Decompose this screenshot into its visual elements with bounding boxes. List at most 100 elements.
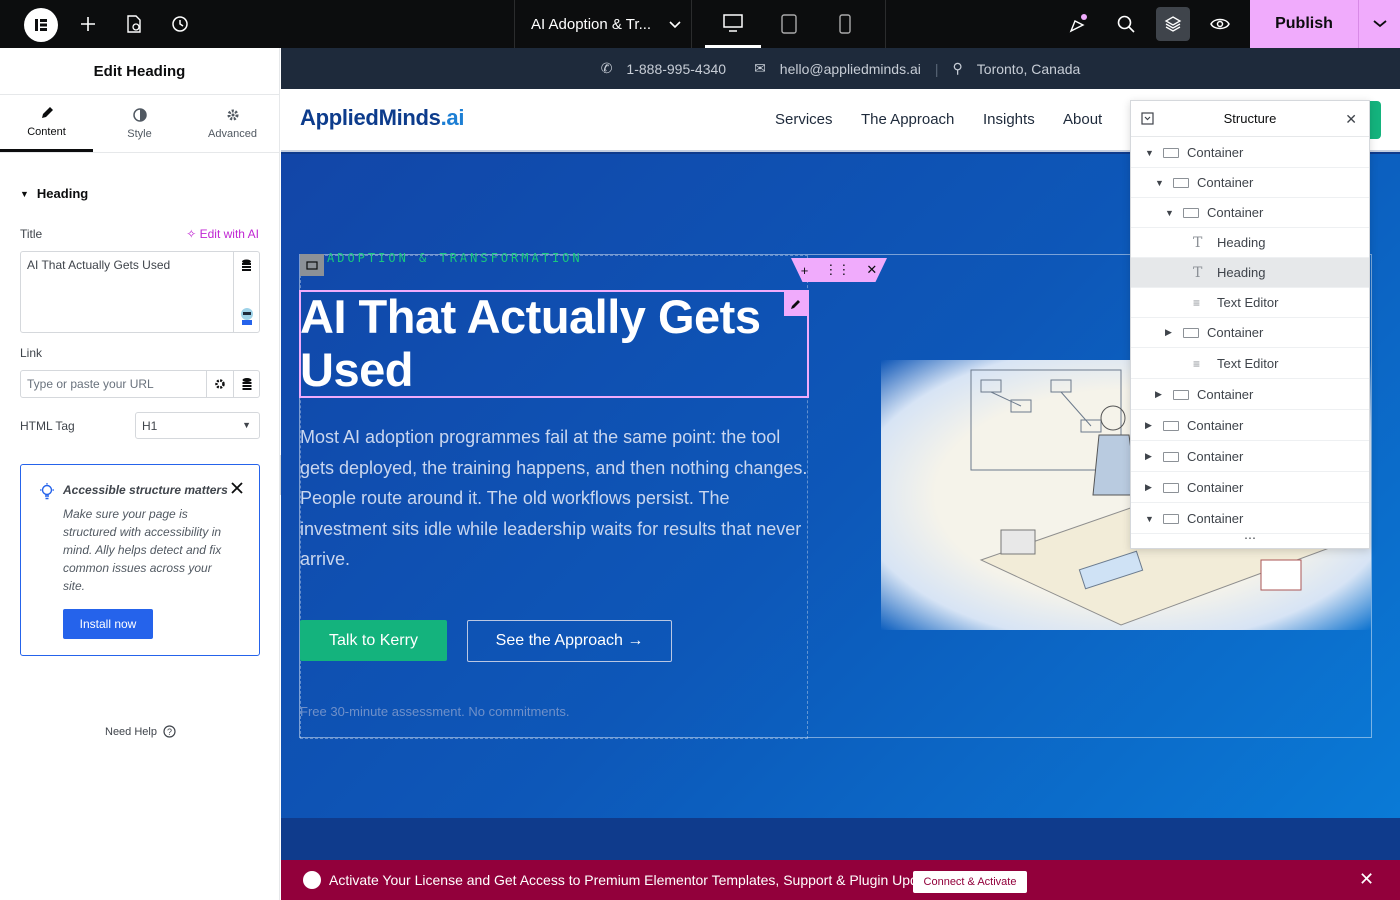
dynamic-tags-icon[interactable] xyxy=(241,258,252,276)
layers-icon[interactable] xyxy=(1161,12,1185,36)
structure-item[interactable]: ▼ Container xyxy=(1131,504,1369,534)
structure-item[interactable]: ▼ Container xyxy=(1131,168,1369,198)
close-icon[interactable] xyxy=(231,481,243,499)
publish-button[interactable]: Publish xyxy=(1250,0,1358,48)
contact-email[interactable]: hello@appliedminds.ai xyxy=(780,61,921,77)
structure-item[interactable]: ▶ Container xyxy=(1131,442,1369,472)
accessibility-notice: Accessible structure matters Make sure y… xyxy=(20,464,260,656)
delete-container-icon[interactable]: ✕ xyxy=(866,262,877,278)
connect-activate-button[interactable]: Connect & Activate xyxy=(913,871,1027,893)
notice-title: Accessible structure matters xyxy=(63,483,228,497)
preview-eye-icon[interactable] xyxy=(1208,12,1232,36)
tab-advanced-label: Advanced xyxy=(208,127,257,140)
section-heading-toggle[interactable]: ▼ Heading xyxy=(20,186,88,201)
structure-item-label: Heading xyxy=(1217,265,1266,280)
panel-title: Edit Heading xyxy=(0,48,279,95)
notice-text: Make sure your page is structured with a… xyxy=(63,507,222,593)
elementor-logo-icon[interactable] xyxy=(24,8,58,42)
desktop-view-icon[interactable] xyxy=(705,0,761,48)
talk-to-kerry-button[interactable]: Talk to Kerry xyxy=(300,620,447,661)
structure-item[interactable]: ▶ Container xyxy=(1131,380,1369,410)
title-textarea[interactable]: AI That Actually Gets Used xyxy=(20,251,260,333)
structure-item[interactable]: T Heading xyxy=(1131,258,1369,288)
container-icon xyxy=(1173,177,1189,188)
structure-item[interactable]: ≡ Text Editor xyxy=(1131,288,1369,318)
hero-paragraph: Most AI adoption programmes fail at the … xyxy=(300,427,808,569)
structure-item[interactable]: T Heading xyxy=(1131,228,1369,258)
nav-services[interactable]: Services xyxy=(775,111,833,128)
more-items-icon[interactable]: ⋯ xyxy=(1244,531,1256,545)
html-tag-select[interactable]: H1 ▼ xyxy=(135,412,260,439)
history-icon[interactable] xyxy=(168,12,192,36)
edit-pencil-icon[interactable] xyxy=(784,292,808,316)
tree-caret-icon[interactable]: ▼ xyxy=(1145,514,1155,524)
link-options-gear-icon[interactable] xyxy=(206,371,233,397)
container-handle-icon[interactable] xyxy=(300,254,324,276)
structure-title: Structure xyxy=(1223,111,1277,126)
drag-handle-icon[interactable]: ⋮⋮ xyxy=(824,262,850,278)
contact-strip: ✆ 1-888-995-4340 ✉ hello@appliedminds.ai… xyxy=(281,48,1400,89)
structure-item[interactable]: ▼ Container xyxy=(1131,138,1369,168)
edit-with-ai-link[interactable]: ✧ Edit with AI xyxy=(186,227,259,241)
search-icon[interactable] xyxy=(1114,12,1138,36)
mobile-view-icon[interactable] xyxy=(817,0,873,48)
structure-item[interactable]: ≡ Text Editor xyxy=(1131,349,1369,379)
tree-caret-icon[interactable]: ▶ xyxy=(1165,327,1175,338)
structure-dock-icon[interactable] xyxy=(1141,112,1154,128)
tree-caret-icon[interactable]: ▶ xyxy=(1145,451,1155,462)
tab-content[interactable]: Content xyxy=(0,95,93,152)
page-settings-icon[interactable] xyxy=(122,12,146,36)
notifications-icon[interactable] xyxy=(1066,12,1090,36)
nav-about[interactable]: About xyxy=(1063,111,1102,128)
structure-item[interactable]: ▶ Container xyxy=(1131,473,1369,503)
heading-type-icon: T xyxy=(1193,264,1203,281)
edit-with-ai-label: Edit with AI xyxy=(199,227,259,241)
install-now-button[interactable]: Install now xyxy=(63,609,153,639)
tab-advanced[interactable]: Advanced xyxy=(186,95,279,152)
html-tag-label: HTML Tag xyxy=(20,419,75,433)
structure-item[interactable]: ▼ Container xyxy=(1131,198,1369,228)
publish-options-chevron-icon[interactable] xyxy=(1358,0,1400,48)
structure-item[interactable]: ▶ Container xyxy=(1131,411,1369,441)
nav-the-approach[interactable]: The Approach xyxy=(861,111,954,128)
license-message: Activate Your License and Get Access to … xyxy=(329,872,949,888)
structure-item-label: Container xyxy=(1187,511,1244,526)
structure-item-label: Container xyxy=(1187,145,1244,160)
tree-caret-icon[interactable]: ▼ xyxy=(1165,208,1175,218)
tab-style[interactable]: Style xyxy=(93,95,186,152)
tree-caret-icon[interactable]: ▶ xyxy=(1145,482,1155,493)
half-circle-icon xyxy=(132,107,147,122)
caret-down-icon: ▼ xyxy=(20,188,29,199)
structure-item-label: Container xyxy=(1197,387,1254,402)
header-cta-button-edge[interactable] xyxy=(1369,101,1381,139)
ai-assistant-icon[interactable] xyxy=(238,306,256,331)
add-icon[interactable] xyxy=(76,12,100,36)
site-logo[interactable]: AppliedMinds.ai xyxy=(300,105,464,131)
container-toolbar[interactable]: + ⋮⋮ ✕ xyxy=(791,258,887,282)
phone-icon: ✆ xyxy=(600,60,613,76)
tree-caret-icon[interactable]: ▶ xyxy=(1145,420,1155,431)
document-title-dropdown[interactable]: AI Adoption & Tr... xyxy=(515,0,691,48)
html-tag-value: H1 xyxy=(142,419,158,433)
contact-phone[interactable]: 1-888-995-4340 xyxy=(626,61,726,77)
close-structure-icon[interactable]: ✕ xyxy=(1345,111,1357,128)
tree-caret-icon[interactable]: ▼ xyxy=(1145,148,1155,158)
tab-style-label: Style xyxy=(127,127,152,140)
hero-heading[interactable]: AI That Actually Gets Used xyxy=(300,290,800,396)
tree-caret-icon[interactable]: ▼ xyxy=(1155,178,1165,188)
close-banner-icon[interactable]: ✕ xyxy=(1359,869,1374,890)
tablet-view-icon[interactable] xyxy=(761,0,817,48)
nav-insights[interactable]: Insights xyxy=(983,111,1035,128)
structure-item[interactable]: ▶ Container xyxy=(1131,318,1369,348)
link-placeholder: Type or paste your URL xyxy=(27,377,154,391)
document-title: AI Adoption & Tr... xyxy=(531,15,652,33)
see-approach-button[interactable]: See the Approach → xyxy=(467,620,672,662)
license-banner: Activate Your License and Get Access to … xyxy=(281,860,1400,900)
pencil-icon xyxy=(41,107,53,118)
link-label: Link xyxy=(20,346,43,360)
need-help-link[interactable]: Need Help ? xyxy=(105,725,176,738)
tree-caret-icon[interactable]: ▶ xyxy=(1155,389,1165,400)
link-dynamic-tags-icon[interactable] xyxy=(233,371,259,397)
add-element-icon[interactable]: + xyxy=(801,263,809,278)
link-url-input[interactable]: Type or paste your URL xyxy=(20,370,260,398)
